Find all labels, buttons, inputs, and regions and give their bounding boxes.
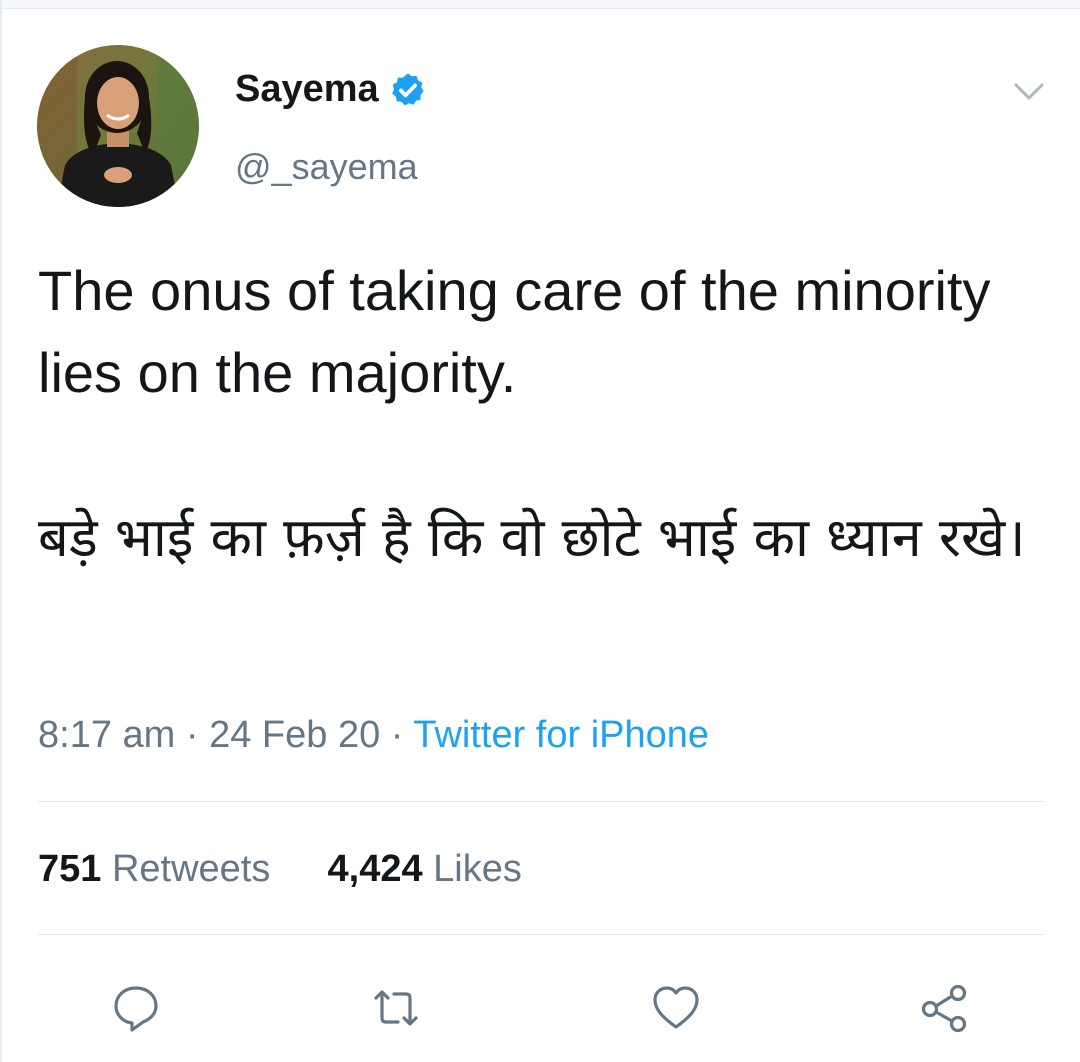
- avatar[interactable]: [37, 45, 199, 207]
- divider: [38, 801, 1044, 802]
- tweet-detail: Sayema @_sayema The onus of taking care …: [0, 0, 1080, 1062]
- like-icon[interactable]: [650, 982, 702, 1034]
- tweet-meta: 8:17 am · 24 Feb 20 · Twitter for iPhone: [38, 714, 709, 757]
- retweets-label: Retweets: [111, 848, 271, 890]
- tweet-stats: 751 Retweets 4,424 Likes: [38, 848, 522, 891]
- author-name-text: Sayema: [235, 68, 379, 110]
- tweet-text-hindi: बड़े भाई का फ़र्ज़ है कि वो छोटे भाई का …: [38, 506, 1026, 569]
- top-edge: [0, 0, 1080, 9]
- tweet-text: The onus of taking care of the minority …: [38, 250, 1038, 582]
- author-name[interactable]: Sayema: [235, 68, 427, 111]
- chevron-down-icon[interactable]: [1012, 74, 1046, 108]
- likes-count: 4,424: [327, 848, 423, 890]
- share-icon[interactable]: [918, 982, 970, 1034]
- reply-icon[interactable]: [110, 982, 162, 1034]
- likes-label: Likes: [433, 848, 522, 890]
- tweet-text-english: The onus of taking care of the minority …: [38, 259, 991, 404]
- author-handle[interactable]: @_sayema: [235, 146, 418, 188]
- tweet-source-link[interactable]: Twitter for iPhone: [413, 714, 709, 756]
- likes-stat[interactable]: 4,424 Likes: [328, 848, 522, 890]
- retweets-count: 751: [38, 848, 102, 890]
- divider: [38, 934, 1044, 935]
- meta-separator: ·: [390, 714, 404, 756]
- verified-badge-icon: [389, 71, 427, 109]
- tweet-date: 24 Feb 20: [209, 714, 381, 756]
- meta-separator: ·: [185, 714, 199, 756]
- left-edge: [0, 0, 2, 1062]
- tweet-time: 8:17 am: [38, 714, 176, 756]
- retweets-stat[interactable]: 751 Retweets: [38, 848, 281, 890]
- avatar-image: [37, 45, 199, 207]
- retweet-icon[interactable]: [370, 982, 422, 1034]
